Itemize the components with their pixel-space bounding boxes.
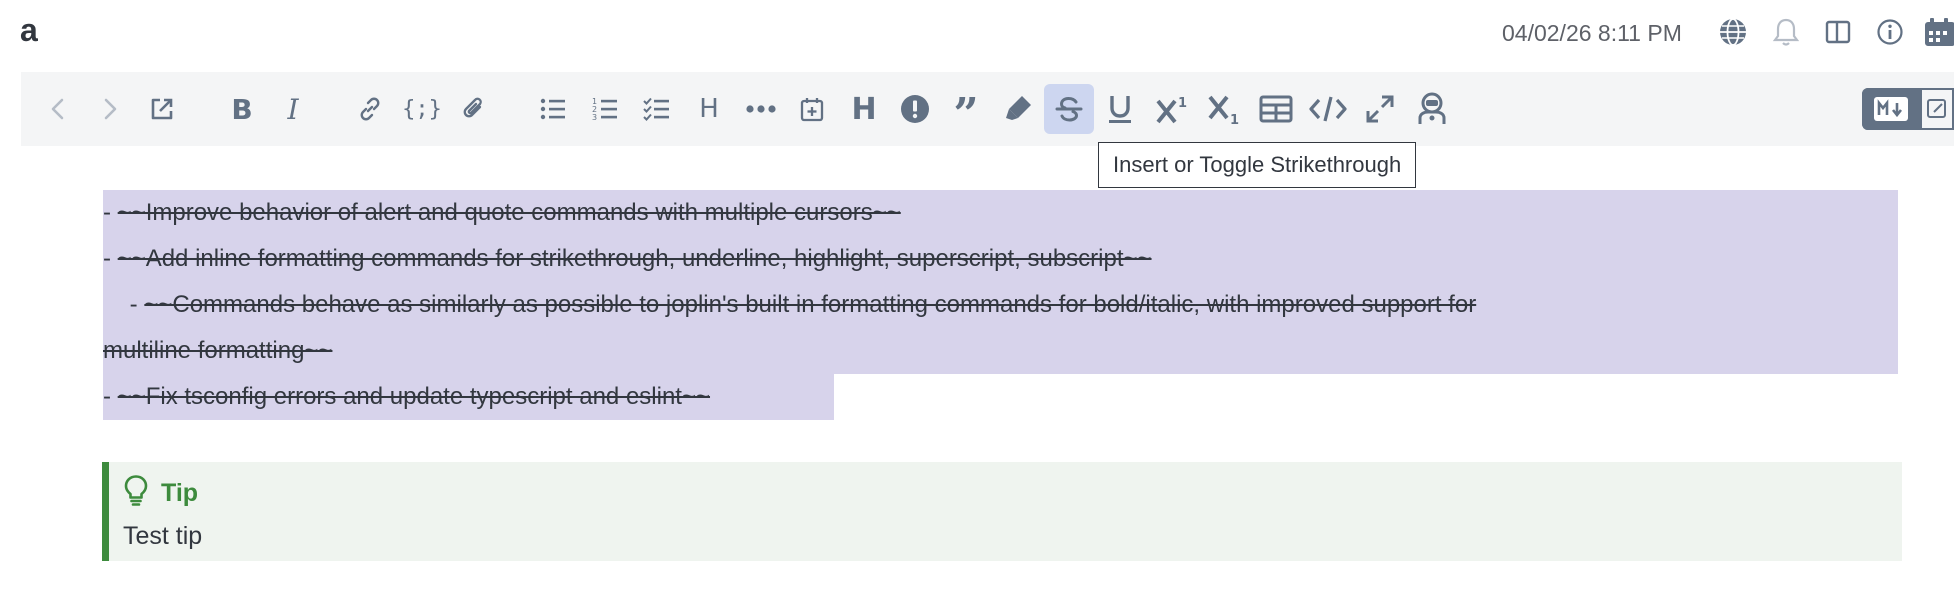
inline-code-button[interactable]: {;} xyxy=(397,84,447,134)
robot-icon xyxy=(1416,92,1448,126)
subscript-button[interactable]: 1 xyxy=(1199,84,1249,134)
editor-line[interactable]: - ~~Fix tsconfig errors and update types… xyxy=(103,374,710,420)
link-button[interactable] xyxy=(345,84,395,134)
strikethrough-button[interactable] xyxy=(1044,84,1094,134)
rich-text-icon[interactable] xyxy=(1920,88,1954,130)
tip-body[interactable]: Test tip xyxy=(123,522,202,551)
highlight-button[interactable] xyxy=(993,84,1043,134)
checklist-button[interactable] xyxy=(632,84,682,134)
strikethrough-icon xyxy=(1054,94,1084,124)
bell-icon[interactable] xyxy=(1769,15,1803,49)
strikethrough-text: multiline formatting~~ xyxy=(103,337,333,364)
strikethrough-tooltip: Insert or Toggle Strikethrough xyxy=(1098,142,1417,188)
expand-icon xyxy=(1365,94,1395,124)
bullet-list-button[interactable] xyxy=(528,84,578,134)
editor-line[interactable]: multiline formatting~~ xyxy=(103,328,332,374)
exclamation-circle-icon xyxy=(899,93,931,125)
plugin-button[interactable] xyxy=(1407,84,1457,134)
superscript-icon: 1 xyxy=(1155,93,1189,125)
paperclip-icon xyxy=(460,95,488,123)
italic-icon: I xyxy=(287,92,299,126)
note-header: a 04/02/26 8:11 PM xyxy=(0,0,1954,70)
markdown-icon[interactable] xyxy=(1862,88,1920,130)
bold-icon: B xyxy=(231,92,253,126)
quote-icon: ” xyxy=(953,89,979,140)
strikethrough-text: ~~Commands behave as similarly as possib… xyxy=(144,291,1477,318)
quote-button[interactable]: ” xyxy=(941,84,991,140)
ellipsis-icon xyxy=(745,104,777,114)
underline-button[interactable] xyxy=(1095,84,1145,134)
note-datetime[interactable]: 04/02/26 8:11 PM xyxy=(1502,20,1682,47)
heading-icon: H xyxy=(699,94,719,124)
strikethrough-text: ~~Fix tsconfig errors and update typescr… xyxy=(117,383,711,410)
list-numbers-icon: 123 xyxy=(591,96,619,122)
code-icon xyxy=(1309,94,1347,124)
table-icon xyxy=(1259,95,1293,123)
lightbulb-icon xyxy=(123,474,149,513)
italic-button[interactable]: I xyxy=(268,84,318,134)
open-external-button[interactable] xyxy=(137,84,187,134)
chevron-right-icon xyxy=(99,96,121,122)
info-icon[interactable] xyxy=(1873,15,1907,49)
heading-bold-button[interactable]: H xyxy=(839,84,889,134)
alert-button[interactable] xyxy=(890,84,940,134)
external-link-icon xyxy=(148,95,176,123)
note-title[interactable]: a xyxy=(20,12,38,49)
insert-date-button[interactable] xyxy=(787,84,837,134)
forward-button[interactable] xyxy=(85,84,135,134)
editor-line[interactable]: - ~~Add inline formatting commands for s… xyxy=(103,236,1152,282)
list-check-icon xyxy=(643,96,671,122)
editor-mode-toggle[interactable] xyxy=(1862,88,1954,130)
svg-text:3: 3 xyxy=(592,113,597,122)
chevron-left-icon xyxy=(47,96,69,122)
editor-toolbar: B I {;} 123 H H ” 1 1 xyxy=(21,72,1954,146)
heading-bold-icon: H xyxy=(851,91,877,127)
superscript-button[interactable]: 1 xyxy=(1147,84,1197,134)
svg-text:1: 1 xyxy=(1230,113,1239,125)
back-button[interactable] xyxy=(33,84,83,134)
tip-callout: Tip Test tip xyxy=(102,462,1902,561)
code-braces-icon: {;} xyxy=(402,96,442,122)
bold-button[interactable]: B xyxy=(217,84,267,134)
fullscreen-button[interactable] xyxy=(1355,84,1405,134)
globe-icon[interactable] xyxy=(1716,15,1750,49)
calendar-icon[interactable] xyxy=(1924,15,1954,49)
link-icon xyxy=(356,95,384,123)
code-block-button[interactable] xyxy=(1303,84,1353,134)
layout-columns-icon[interactable] xyxy=(1821,15,1855,49)
strikethrough-text: ~~Add inline formatting commands for str… xyxy=(117,245,1152,272)
tip-label: Tip xyxy=(161,479,199,507)
horizontal-rule-button[interactable] xyxy=(736,84,786,134)
heading-button[interactable]: H xyxy=(684,84,734,134)
calendar-plus-icon xyxy=(798,95,826,123)
editor-line[interactable]: - ~~Improve behavior of alert and quote … xyxy=(103,190,901,236)
table-button[interactable] xyxy=(1251,84,1301,134)
svg-text:1: 1 xyxy=(1178,96,1187,111)
underline-icon xyxy=(1105,93,1135,125)
list-bullets-icon xyxy=(539,96,567,122)
tip-header: Tip xyxy=(123,474,198,513)
editor-line[interactable]: - ~~Commands behave as similarly as poss… xyxy=(103,282,1477,328)
attach-button[interactable] xyxy=(449,84,499,134)
numbered-list-button[interactable]: 123 xyxy=(580,84,630,134)
strikethrough-text: ~~Improve behavior of alert and quote co… xyxy=(117,199,901,226)
subscript-icon: 1 xyxy=(1207,93,1241,125)
highlighter-icon xyxy=(1002,93,1034,125)
